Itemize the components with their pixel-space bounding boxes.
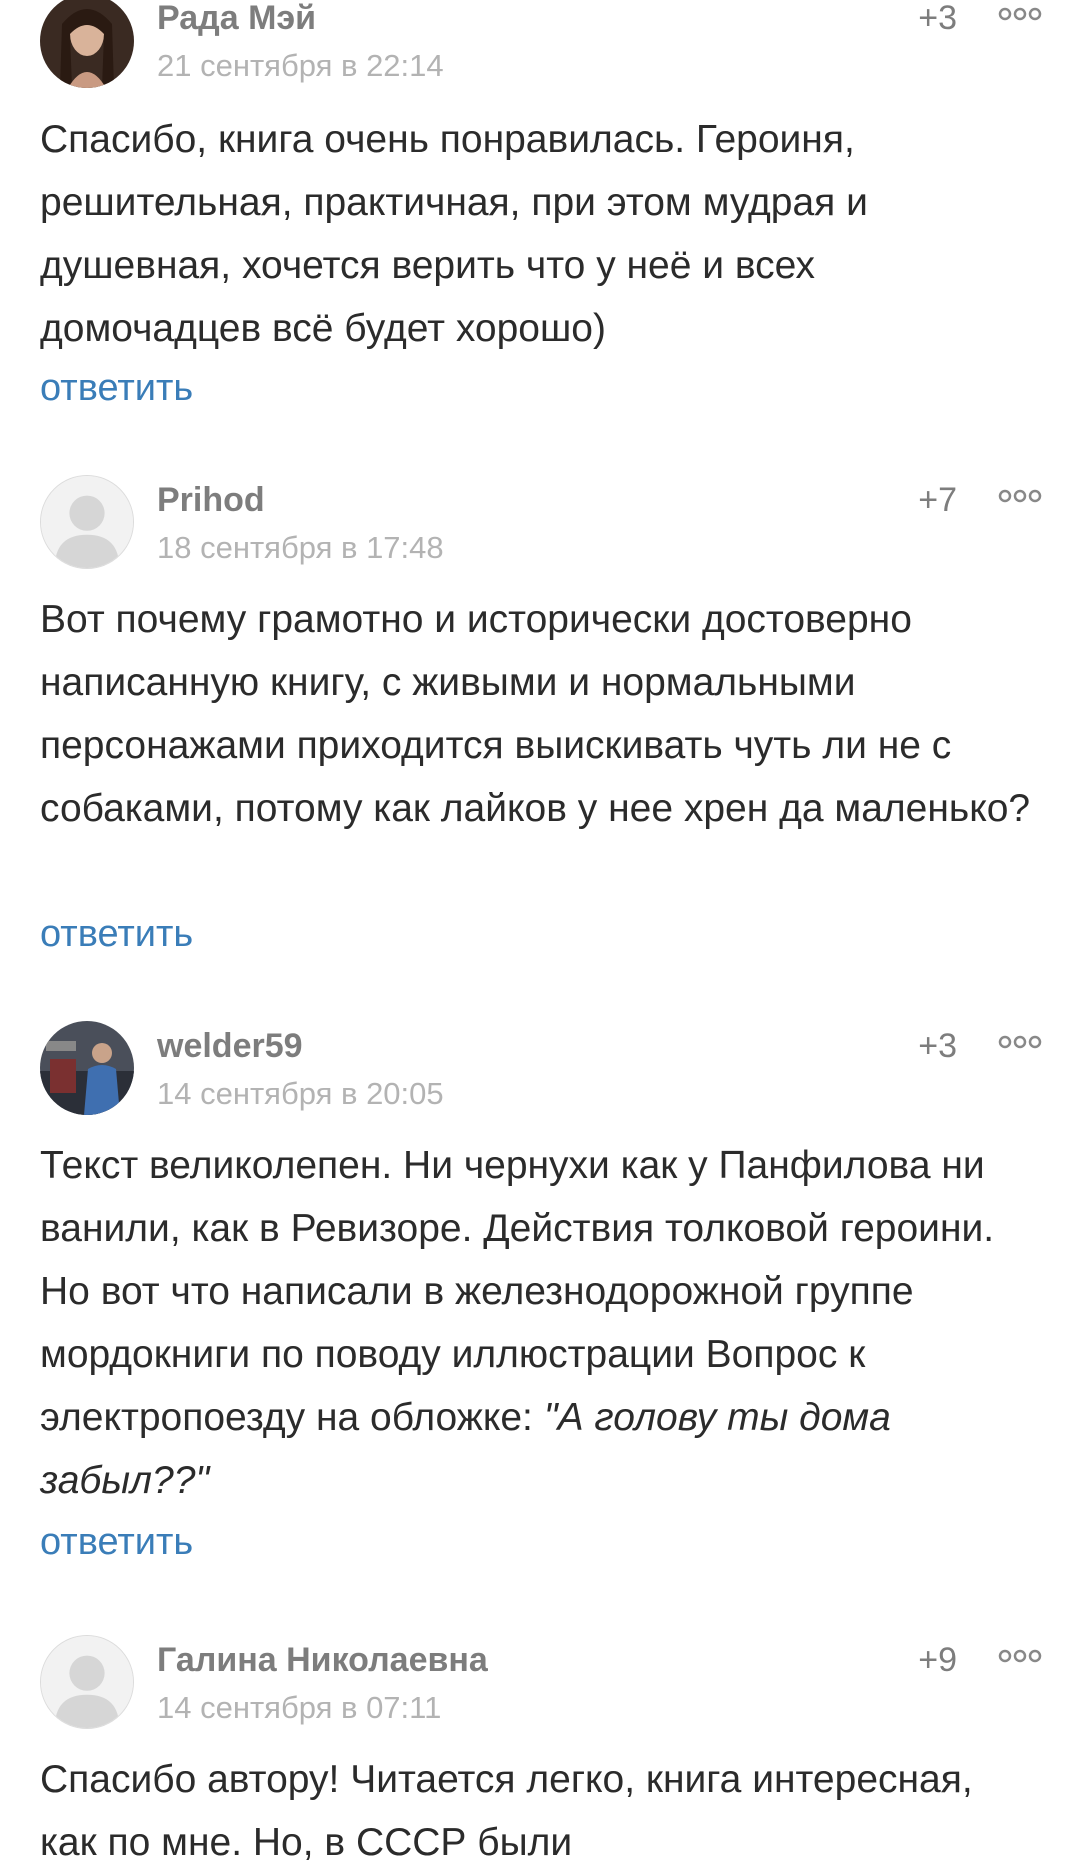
comment-author[interactable]: welder59 — [157, 1026, 303, 1066]
comment-rating: +3 — [918, 1027, 957, 1065]
more-options-icon[interactable] — [998, 488, 1042, 504]
comment-text: Спасибо, книга очень понравилась. Героин… — [40, 118, 868, 350]
comment-date: 18 сентября в 17:48 — [157, 530, 444, 565]
more-options-icon[interactable] — [998, 1034, 1042, 1050]
comment-text: Текст великолепен. Ни чернухи как у Панф… — [40, 1134, 1040, 1512]
avatar[interactable] — [40, 1021, 134, 1115]
comment-text: Спасибо автору! Читается легко, книга ин… — [40, 1758, 973, 1864]
comment-author[interactable]: Галина Николаевна — [157, 1640, 488, 1680]
more-options-icon[interactable] — [998, 6, 1042, 22]
user-photo-icon — [40, 0, 134, 88]
comment-date: 21 сентября в 22:14 — [157, 48, 444, 83]
avatar[interactable] — [40, 0, 134, 88]
comment-rating: +7 — [918, 481, 957, 519]
comment-author[interactable]: Рада Мэй — [157, 0, 316, 38]
comment-date: 14 сентября в 20:05 — [157, 1076, 444, 1111]
user-silhouette-icon — [41, 476, 133, 568]
avatar[interactable] — [40, 475, 134, 569]
comment-author[interactable]: Prihod — [157, 480, 265, 520]
avatar[interactable] — [40, 1635, 134, 1729]
comment-rating: +3 — [918, 0, 957, 37]
reply-link[interactable]: ответить — [40, 366, 193, 410]
comment-text-body: Текст великолепен. Ни чернухи как у Панф… — [40, 1144, 995, 1439]
user-photo-icon — [40, 1021, 134, 1115]
more-options-icon[interactable] — [998, 1648, 1042, 1664]
comment-date: 14 сентября в 07:11 — [157, 1690, 442, 1725]
comment-text: Вот почему грамотно и исторически достов… — [40, 598, 1031, 830]
user-silhouette-icon — [41, 1636, 133, 1728]
comment-rating: +9 — [918, 1641, 957, 1679]
reply-link[interactable]: ответить — [40, 912, 193, 956]
reply-link[interactable]: ответить — [40, 1520, 193, 1564]
